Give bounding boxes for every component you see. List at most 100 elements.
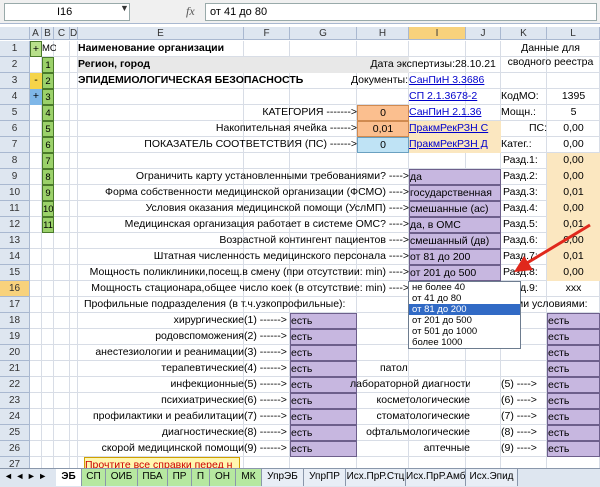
ps-indicator-value[interactable]: 0 — [357, 137, 409, 153]
document-link-1[interactable]: СанПиН 3.3686 — [409, 73, 501, 89]
profile-right-value-5[interactable]: есть — [547, 361, 600, 377]
formula-input[interactable]: от 41 до 80 — [205, 3, 597, 21]
tab-nav-icon[interactable]: ◄ ◄ ► ► — [4, 471, 47, 481]
outline-level-10[interactable]: 10 — [42, 201, 54, 217]
answer-4[interactable]: да, в ОМС — [409, 217, 501, 233]
dropdown-option-4[interactable]: от 201 до 500 — [409, 315, 520, 326]
row-header-17[interactable]: 17 — [0, 297, 30, 313]
answer-2[interactable]: государственная — [409, 185, 501, 201]
answer-3[interactable]: смешанные (ас) — [409, 201, 501, 217]
name-box-dropdown-icon[interactable]: ▼ — [120, 3, 129, 13]
row-header-25[interactable]: 25 — [0, 425, 30, 441]
document-link-4[interactable]: ПракмРекРЗН С — [409, 121, 501, 137]
row-header-19[interactable]: 19 — [0, 329, 30, 345]
row-header-13[interactable]: 13 — [0, 233, 30, 249]
row-header-21[interactable]: 21 — [0, 361, 30, 377]
outline-level-2[interactable]: 2 — [42, 73, 54, 89]
row-header-24[interactable]: 24 — [0, 409, 30, 425]
outline-plus-button[interactable]: + — [30, 41, 42, 57]
profile-right-value-4[interactable]: есть — [547, 345, 600, 361]
column-header-g[interactable]: G — [290, 27, 357, 40]
row-header-23[interactable]: 23 — [0, 393, 30, 409]
document-link-3[interactable]: СанПиН 2.1.36 — [409, 105, 501, 121]
sheet-tab-2[interactable]: СП — [82, 469, 106, 486]
answer-5[interactable]: смешанный (дв) — [409, 233, 501, 249]
row-header-5[interactable]: 5 — [0, 105, 30, 121]
profile-right-value-6[interactable]: есть — [547, 377, 600, 393]
dropdown-option-6[interactable]: более 1000 — [409, 337, 520, 348]
row-header-2[interactable]: 2 — [0, 57, 30, 73]
outline-level-4[interactable]: 4 — [42, 105, 54, 121]
column-header-e[interactable]: E — [78, 27, 244, 40]
outline-level-7[interactable]: 7 — [42, 153, 54, 169]
row-header-9[interactable]: 9 — [0, 169, 30, 185]
row-header-11[interactable]: 11 — [0, 201, 30, 217]
sheet-tab-13[interactable]: Исх.Эпид — [466, 469, 518, 486]
profile-value-4[interactable]: есть — [290, 361, 357, 377]
sheet-tab-8[interactable]: МК — [236, 469, 262, 486]
row-header-10[interactable]: 10 — [0, 185, 30, 201]
function-icon[interactable]: fx — [186, 4, 195, 19]
sheet-tab-4[interactable]: ПБА — [138, 469, 168, 486]
category-value[interactable]: 0 — [357, 105, 409, 121]
row-header-20[interactable]: 20 — [0, 345, 30, 361]
sheet-tab-6[interactable]: П — [192, 469, 210, 486]
name-box[interactable]: I16 — [4, 3, 130, 21]
dropdown-option-5[interactable]: от 501 до 1000 — [409, 326, 520, 337]
dropdown-option-2[interactable]: от 41 до 80 — [409, 293, 520, 304]
column-header-j[interactable]: J — [466, 27, 501, 40]
outline-level-1[interactable]: 1 — [42, 57, 54, 73]
profile-value-8[interactable]: есть — [290, 425, 357, 441]
sheet-tab-1[interactable]: ЭБ — [56, 469, 82, 486]
profile-right-value-2[interactable]: есть — [547, 313, 600, 329]
sheet-tab-10[interactable]: УпрПР — [304, 469, 346, 486]
sheet-tab-3[interactable]: ОИБ — [106, 469, 138, 486]
row-header-16[interactable]: 16 — [0, 281, 30, 297]
sheet-tab-11[interactable]: Исх.ПрР.Стц — [346, 469, 406, 486]
column-header-f[interactable]: F — [244, 27, 290, 40]
column-header-l[interactable]: L — [547, 27, 600, 40]
answer-7[interactable]: от 201 до 500 — [409, 265, 501, 281]
profile-value-9[interactable]: есть — [290, 441, 357, 457]
profile-value-3[interactable]: есть — [290, 345, 357, 361]
row-header-6[interactable]: 6 — [0, 121, 30, 137]
profile-right-value-7[interactable]: есть — [547, 393, 600, 409]
row-header-8[interactable]: 8 — [0, 153, 30, 169]
profile-right-value-10[interactable]: есть — [547, 441, 600, 457]
outline-level-6[interactable]: 6 — [42, 137, 54, 153]
row-header-1[interactable]: 1 — [0, 41, 30, 57]
row-header-26[interactable]: 26 — [0, 441, 30, 457]
select-all-corner[interactable] — [0, 27, 30, 40]
dropdown-option-3[interactable]: от 81 до 200 — [409, 304, 520, 315]
sheet-tab-5[interactable]: ПР — [168, 469, 192, 486]
column-header-d[interactable]: D — [70, 27, 78, 40]
profile-right-value-3[interactable]: есть — [547, 329, 600, 345]
profile-right-value-8[interactable]: есть — [547, 409, 600, 425]
outline-level-3[interactable]: 3 — [42, 89, 54, 105]
outline-level-9[interactable]: 9 — [42, 185, 54, 201]
column-header-a[interactable]: A — [30, 27, 42, 40]
row-header-4[interactable]: 4 — [0, 89, 30, 105]
outline-plus-button[interactable]: + — [30, 89, 42, 105]
column-header-k[interactable]: K — [501, 27, 547, 40]
profile-value-6[interactable]: есть — [290, 393, 357, 409]
sheet-tab-7[interactable]: ОН — [210, 469, 236, 486]
profile-value-5[interactable]: есть — [290, 377, 357, 393]
row-header-15[interactable]: 15 — [0, 265, 30, 281]
column-header-h[interactable]: H — [357, 27, 409, 40]
outline-level-8[interactable]: 8 — [42, 169, 54, 185]
sheet-tab-9[interactable]: УпрЭБ — [262, 469, 304, 486]
column-header-c[interactable]: C — [54, 27, 70, 40]
document-link-2[interactable]: СП 2.1.3678-2 — [409, 89, 501, 105]
answer-6[interactable]: от 81 до 200 — [409, 249, 501, 265]
profile-value-1[interactable]: есть — [290, 313, 357, 329]
document-link-5[interactable]: ПракмРекРЗН Д — [409, 137, 501, 153]
row-header-12[interactable]: 12 — [0, 217, 30, 233]
sheet-tab-12[interactable]: Исх.ПрР.Амб — [406, 469, 466, 486]
row-header-3[interactable]: 3 — [0, 73, 30, 89]
row-header-14[interactable]: 14 — [0, 249, 30, 265]
outline-minus-button[interactable]: - — [30, 73, 42, 89]
profile-value-2[interactable]: есть — [290, 329, 357, 345]
cell-dropdown-list[interactable]: не более 40 от 41 до 80 от 81 до 200 от 201… — [408, 281, 521, 349]
accumulator-value[interactable]: 0,01 — [357, 121, 409, 137]
